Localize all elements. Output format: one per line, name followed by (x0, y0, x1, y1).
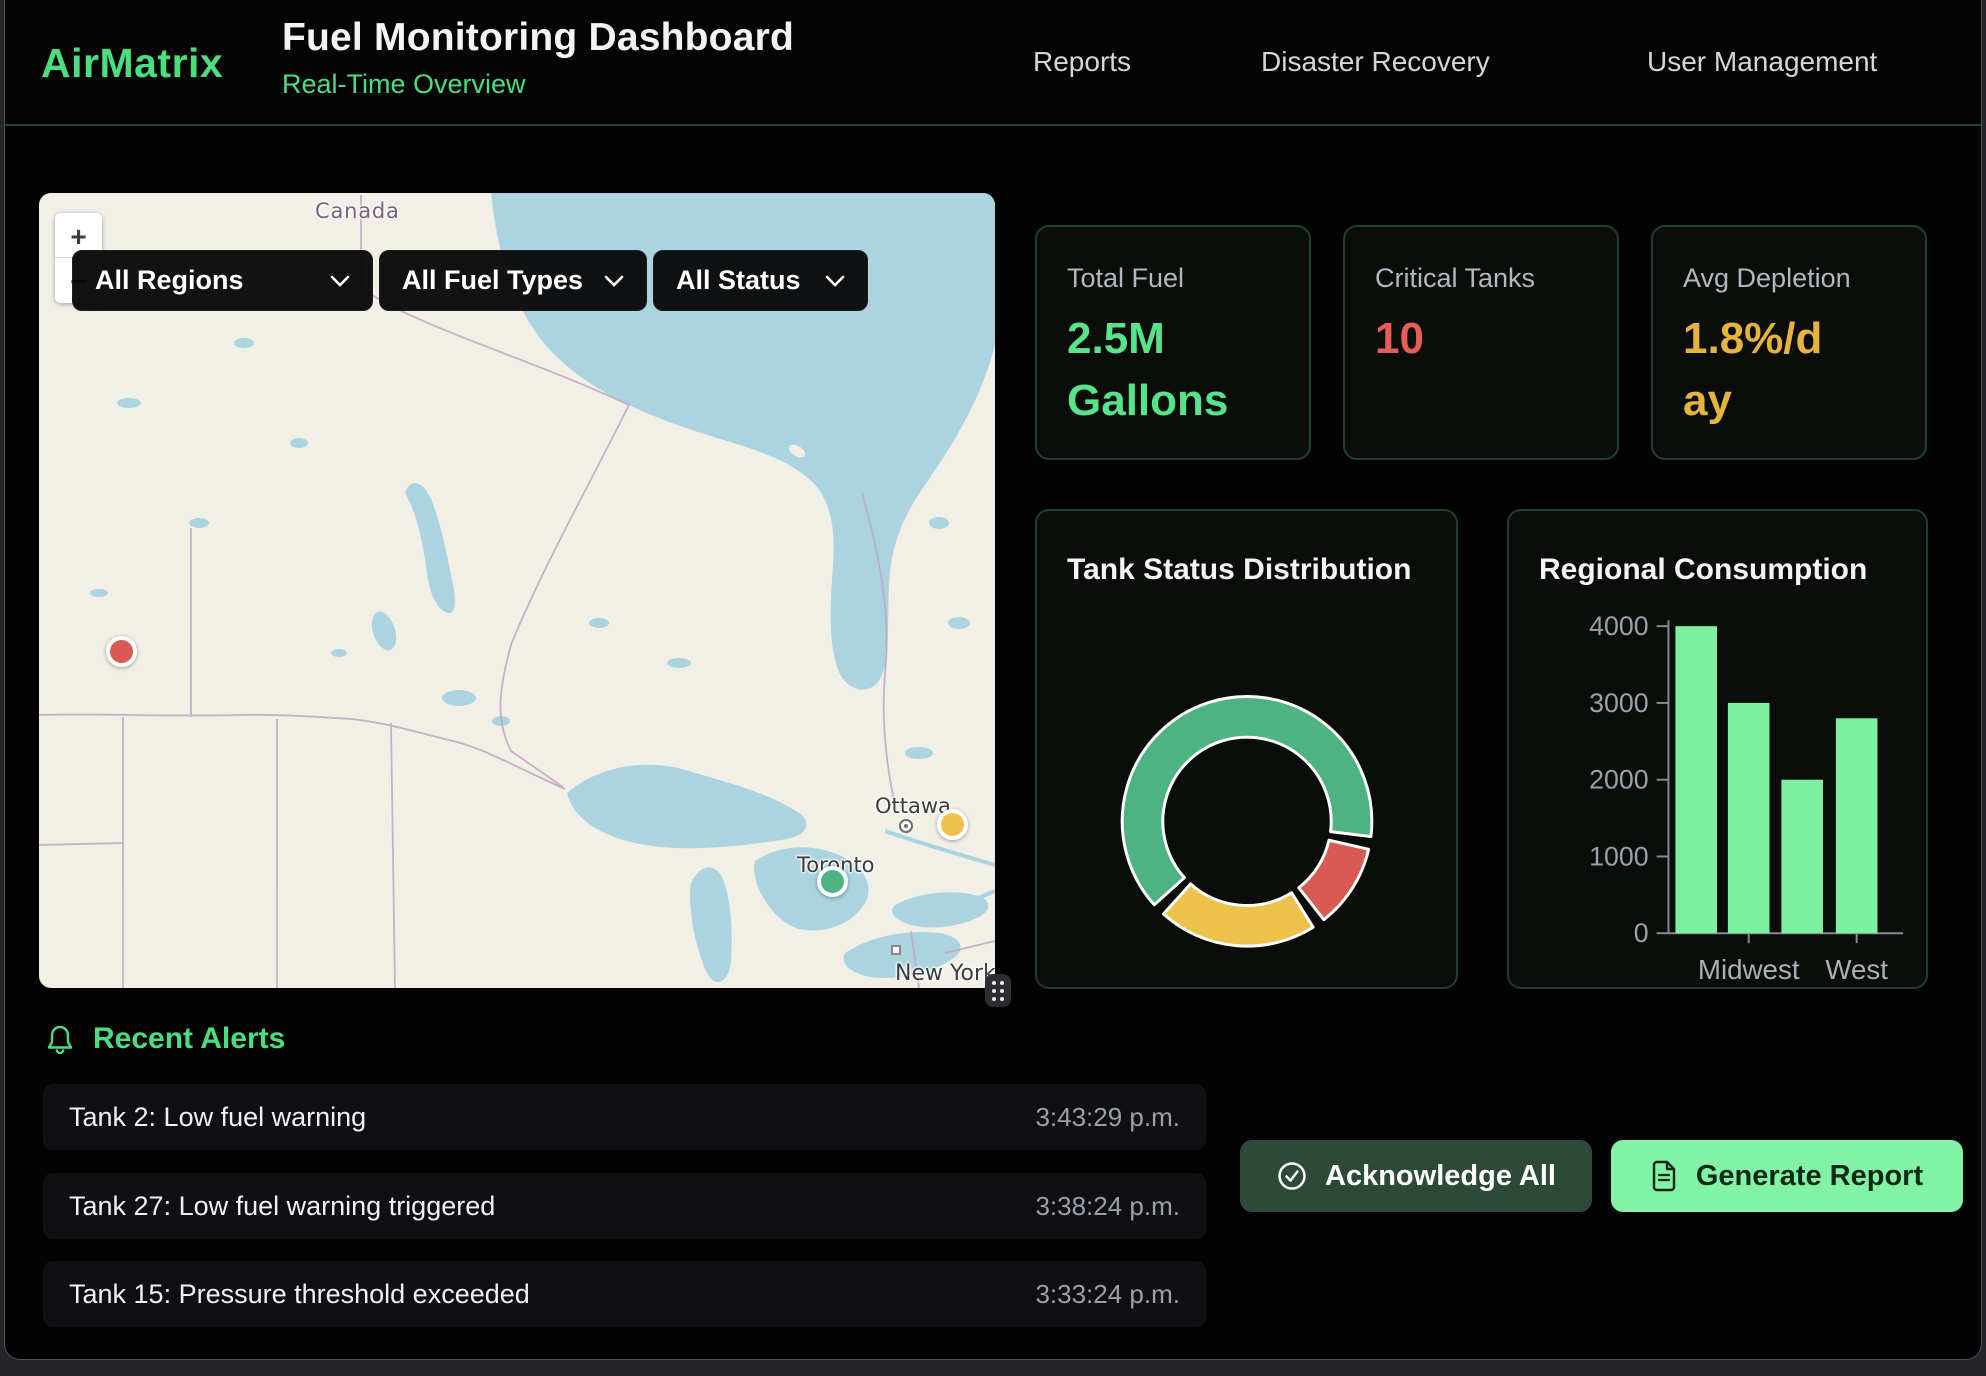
alert-text: Tank 2: Low fuel warning (69, 1102, 366, 1133)
brand-logo: AirMatrix (41, 40, 223, 87)
dashboard-window: AirMatrix Fuel Monitoring Dashboard Real… (4, 0, 1982, 1360)
y-tick-label: 2000 (1589, 765, 1648, 795)
status-filter-value: All Status (676, 265, 801, 296)
bar (1836, 718, 1878, 933)
page-title: Fuel Monitoring Dashboard (282, 16, 794, 60)
document-icon (1651, 1160, 1679, 1192)
map-marker-normal[interactable] (817, 866, 848, 897)
y-tick-label: 4000 (1589, 611, 1648, 641)
alert-row[interactable]: Tank 15: Pressure threshold exceeded 3:3… (43, 1261, 1206, 1327)
map-label-new-york: New York (895, 961, 995, 986)
kpi-label: Avg Depletion (1683, 263, 1895, 294)
check-circle-icon (1276, 1160, 1308, 1192)
fuel-sites-map[interactable]: Canada Ottawa Toronto New York + − All R… (39, 193, 995, 988)
drag-handle-icon[interactable] (985, 974, 1011, 1007)
alert-row[interactable]: Tank 27: Low fuel warning triggered 3:38… (43, 1173, 1206, 1239)
y-tick-label: 1000 (1589, 841, 1648, 871)
map-label-canada: Canada (315, 199, 400, 223)
kpi-label: Critical Tanks (1375, 263, 1587, 294)
map-marker-warning[interactable] (937, 809, 968, 840)
regional-consumption-bar-card: Regional Consumption 01000200030004000Mi… (1507, 509, 1928, 989)
alerts-title: Recent Alerts (93, 1022, 285, 1056)
alert-text: Tank 27: Low fuel warning triggered (69, 1191, 495, 1222)
title-block: Fuel Monitoring Dashboard Real-Time Over… (282, 16, 794, 100)
fuel-type-filter-value: All Fuel Types (402, 265, 583, 296)
alert-row[interactable]: Tank 2: Low fuel warning 3:43:29 p.m. (43, 1084, 1206, 1150)
chevron-down-icon (604, 275, 624, 287)
acknowledge-all-button[interactable]: Acknowledge All (1240, 1140, 1592, 1212)
kpi-label: Total Fuel (1067, 263, 1279, 294)
donut-segment-warning (1163, 884, 1313, 946)
regional-consumption-bar-chart: 0 1000 2000 3000 4000 Midwest West (1509, 511, 1926, 987)
donut-segment-critical (1299, 840, 1369, 919)
kpi-critical-tanks: Critical Tanks 10 (1343, 225, 1619, 460)
kpi-avg-depletion: Avg Depletion 1.8%/day (1651, 225, 1927, 460)
generate-report-button[interactable]: Generate Report (1611, 1140, 1963, 1212)
nav-user-management[interactable]: User Management (1647, 46, 1877, 78)
tank-status-donut-chart (1037, 511, 1456, 987)
x-tick-label: Midwest (1698, 954, 1800, 985)
kpi-total-fuel: Total Fuel 2.5M Gallons (1035, 225, 1311, 460)
city-symbol-icon (891, 945, 901, 955)
kpi-value: 1.8%/day (1683, 308, 1843, 433)
bar (1781, 780, 1823, 934)
map-marker-critical[interactable] (106, 636, 137, 667)
kpi-value: 2.5M Gallons (1067, 308, 1272, 433)
status-filter-dropdown[interactable]: All Status (653, 250, 868, 311)
page-subtitle: Real-Time Overview (282, 69, 794, 100)
tank-status-donut-card: Tank Status Distribution (1035, 509, 1458, 989)
chevron-down-icon (825, 275, 845, 287)
alert-time: 3:33:24 p.m. (1035, 1279, 1180, 1310)
nav-disaster-recovery[interactable]: Disaster Recovery (1261, 46, 1490, 78)
bell-icon (45, 1023, 75, 1056)
app-header: AirMatrix Fuel Monitoring Dashboard Real… (5, 0, 1981, 126)
x-tick-label: West (1825, 954, 1888, 985)
generate-report-label: Generate Report (1696, 1160, 1923, 1193)
alert-time: 3:38:24 p.m. (1035, 1191, 1180, 1222)
chevron-down-icon (330, 275, 350, 287)
bar (1728, 703, 1770, 933)
acknowledge-all-label: Acknowledge All (1325, 1160, 1556, 1193)
nav-reports[interactable]: Reports (1033, 46, 1131, 78)
fuel-type-filter-dropdown[interactable]: All Fuel Types (379, 250, 647, 311)
town-symbol-icon (899, 819, 913, 833)
region-filter-dropdown[interactable]: All Regions (72, 250, 373, 311)
y-tick-label: 3000 (1589, 688, 1648, 718)
bar (1675, 626, 1717, 933)
kpi-value: 10 (1375, 308, 1587, 370)
region-filter-value: All Regions (95, 265, 244, 296)
alert-text: Tank 15: Pressure threshold exceeded (69, 1279, 530, 1310)
alerts-header: Recent Alerts (45, 1022, 285, 1056)
alert-time: 3:43:29 p.m. (1035, 1102, 1180, 1133)
y-tick-label: 0 (1634, 918, 1649, 948)
